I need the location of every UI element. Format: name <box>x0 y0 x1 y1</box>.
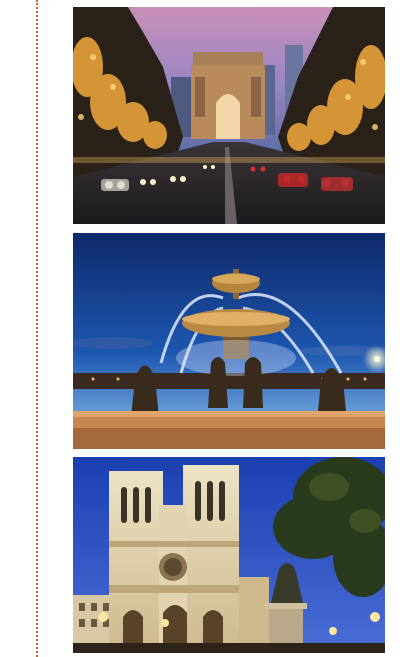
notre-dame-image <box>73 457 385 653</box>
photo-concorde-fountain[interactable] <box>73 233 385 449</box>
photo-arc-de-triomphe[interactable] <box>73 7 385 224</box>
concorde-fountain-image <box>73 233 385 449</box>
arc-de-triomphe-image <box>73 7 385 224</box>
dotted-divider <box>36 0 38 657</box>
photo-notre-dame[interactable] <box>73 457 385 653</box>
